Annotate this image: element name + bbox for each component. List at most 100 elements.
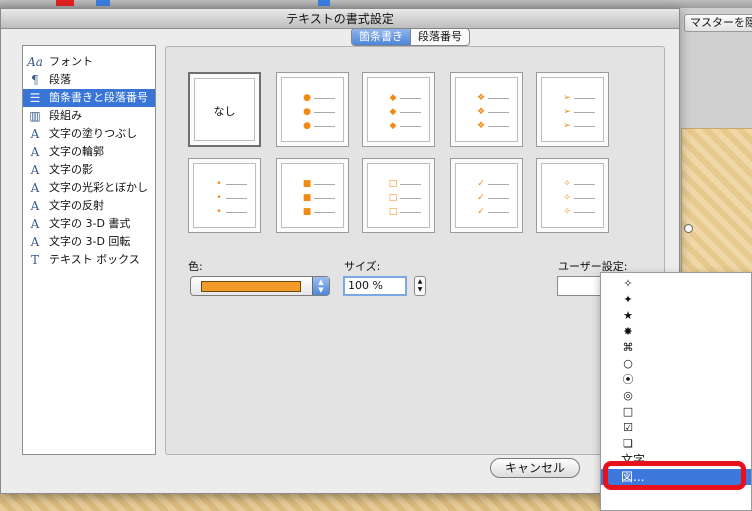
tab-bullets[interactable]: 箇条書き [352,29,410,45]
tab-numbering[interactable]: 段落番号 [410,29,469,45]
menu-item-star[interactable]: ★ [601,308,751,324]
sidebar-item-text-outline[interactable]: A 文字の輪郭 [23,143,155,161]
sidebar-item-text-shadow[interactable]: A 文字の影 [23,161,155,179]
menu-item-black-four-star[interactable]: ✦ [601,292,751,308]
popup-arrows-icon: ▲ ▼ [312,277,329,295]
bullet-style-arrowhead[interactable]: ➢ ➢ ➢ [536,72,609,147]
bullet-row: ✓ [476,192,516,204]
sidebar-item-label: 文字の 3-D 書式 [49,217,131,230]
bullet-style-hollow-square[interactable]: □ □ □ [362,158,435,233]
category-list: Aa フォント ¶ 段落 ☰ 箇条書きと段落番号 ▥ 段組み A 文字の塗りつぶ… [22,45,156,455]
four-star-bullet-icon: ✧ [563,193,571,203]
menu-item-circle[interactable]: ○ [601,356,751,372]
cancel-button[interactable]: キャンセル [490,458,580,478]
bullet-row: ■ [302,206,342,218]
size-input[interactable]: 100 % [343,276,407,296]
bullet-style-dot[interactable]: ● ● ● [276,72,349,147]
bullet-row: • [214,206,254,218]
custom-bullet-field[interactable] [557,276,603,296]
black-four-point-star-icon: ✦ [623,293,633,306]
diamond-bullet-icon: ◆ [389,93,397,103]
square-bullet-icon: ■ [302,179,312,189]
bullet-preview: ❖ ❖ ❖ [455,77,518,142]
menu-item-bullseye[interactable]: ◎ [601,388,751,404]
sidebar-item-text-reflection[interactable]: A 文字の反射 [23,197,155,215]
bullet-style-square[interactable]: ■ ■ ■ [276,158,349,233]
menu-item-checkbox[interactable]: ☑ [601,420,751,436]
menu-item-picture[interactable]: 図... [601,469,751,485]
bullet-row: ■ [302,178,342,190]
shadowed-square-icon: ❏ [623,437,633,450]
bullet-row: ✧ [562,192,602,204]
text-shadow-icon: A [30,163,40,177]
sidebar-item-label: 文字の塗りつぶし [49,127,138,140]
text-glow-icon: A [30,181,40,195]
sidebar-item-paragraph[interactable]: ¶ 段落 [23,71,155,89]
bullet-row: □ [388,192,428,204]
bullet-style-four-diamond[interactable]: ❖ ❖ ❖ [450,72,523,147]
small-dot-bullet-icon: • [216,193,222,203]
menu-item-square[interactable]: □ [601,404,751,420]
bullet-preview: • • • [193,163,256,228]
menu-item-character[interactable]: 文字 [601,452,751,468]
sidebar-item-text-fill[interactable]: A 文字の塗りつぶし [23,125,155,143]
arrowhead-bullet-icon: ➢ [563,107,571,117]
bullet-style-diamond[interactable]: ◆ ◆ ◆ [362,72,435,147]
small-dot-bullet-icon: • [216,179,222,189]
sidebar-item-label: 文字の影 [49,163,93,176]
sidebar-item-text-box[interactable]: T テキスト ボックス [23,251,155,269]
bullet-color-popup[interactable]: ▲ ▼ [190,276,330,296]
menu-item-shadowed-square[interactable]: ❏ [601,436,751,452]
menu-item-circled-dot[interactable]: ⦿ [601,372,751,388]
sidebar-item-columns[interactable]: ▥ 段組み [23,107,155,125]
arrowhead-bullet-icon: ➢ [563,93,571,103]
sidebar-item-label: 箇条書きと段落番号 [49,91,148,104]
hollow-square-bullet-icon: □ [388,179,398,189]
sidebar-item-text-3d-rotation[interactable]: A 文字の 3-D 回転 [23,233,155,251]
text-3d-rotation-icon: A [30,235,40,249]
toolbar-color-mark [318,0,330,6]
circle-icon: ○ [623,357,633,370]
four-point-star-icon: ✧ [623,277,633,290]
color-label: 色: [188,260,203,273]
text-fill-icon: A [30,127,40,141]
sidebar-item-text-glow[interactable]: A 文字の光彩とぼかし [23,179,155,197]
bullets-numbering-tabs: 箇条書き 段落番号 [351,28,470,46]
dot-bullet-icon: ● [303,107,311,117]
size-stepper[interactable]: ▲ ▼ [414,276,426,296]
bullet-row: □ [388,206,428,218]
bullet-row: ➢ [562,106,602,118]
bullet-preview: □ □ □ [367,163,430,228]
diamond-bullet-icon: ◆ [389,121,397,131]
text-3d-format-icon: A [30,217,40,231]
bullet-row: ❖ [476,92,516,104]
bullet-row: ➢ [562,120,602,132]
burst-icon: ✸ [623,325,633,338]
font-icon: Aa [27,55,43,69]
none-label: なし [213,105,236,118]
bullets-icon: ☰ [29,91,41,105]
toolbar-color-mark [96,0,110,6]
menu-item-burst[interactable]: ✸ [601,324,751,340]
bullet-row: ❖ [476,106,516,118]
text-outline-icon: A [30,145,40,159]
menu-item-four-star[interactable]: ✧ [601,276,751,292]
bullet-row: □ [388,178,428,190]
bullet-row: ✧ [562,206,602,218]
bullet-row: • [214,178,254,190]
sidebar-item-bullets[interactable]: ☰ 箇条書きと段落番号 [23,89,155,107]
checkbox-icon: ☑ [623,421,633,434]
sidebar-item-font[interactable]: Aa フォント [23,53,155,71]
bullseye-icon: ◎ [623,389,633,402]
menu-item-command[interactable]: ⌘ [601,340,751,356]
sidebar-item-label: 文字の反射 [49,199,104,212]
bullet-style-four-star[interactable]: ✧ ✧ ✧ [536,158,609,233]
sidebar-item-text-3d-format[interactable]: A 文字の 3-D 書式 [23,215,155,233]
toolbar-color-mark [56,0,74,6]
bullet-style-check[interactable]: ✓ ✓ ✓ [450,158,523,233]
bullet-style-small-dot[interactable]: • • • [188,158,261,233]
bullet-style-none[interactable]: なし [188,72,261,147]
hide-master-button[interactable]: マスターを隠 [684,14,752,32]
square-bullet-icon: ■ [302,207,312,217]
resize-handle[interactable] [684,224,693,233]
